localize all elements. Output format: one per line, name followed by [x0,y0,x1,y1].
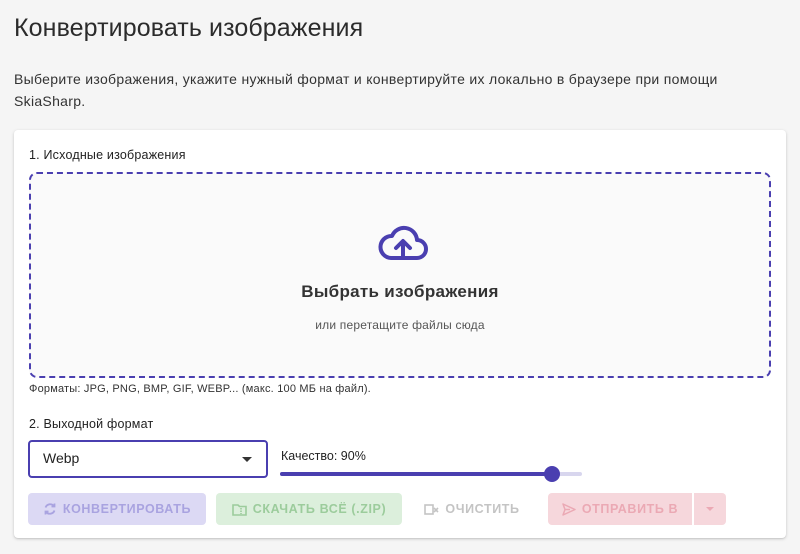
clear-button-label: ОЧИСТИТЬ [445,502,520,516]
clear-button[interactable]: ОЧИСТИТЬ [416,493,528,525]
download-all-button-label: СКАЧАТЬ ВСЁ (.ZIP) [252,502,387,516]
output-format-value: Webp [43,450,80,466]
output-section-label: 2. Выходной формат [29,417,154,431]
source-section-label: 1. Исходные изображения [29,148,186,162]
send-icon [562,502,576,516]
page-title: Конвертировать изображения [14,14,364,42]
image-dropzone[interactable]: Выбрать изображения или перетащите файлы… [29,172,771,378]
quality-slider[interactable] [280,466,582,482]
clear-icon [424,503,439,515]
formats-note: Форматы: JPG, PNG, BMP, GIF, WEBP... (ма… [29,383,371,395]
dropzone-title: Выбрать изображения [301,282,499,301]
folder-zip-icon [231,503,247,516]
download-all-button[interactable]: СКАЧАТЬ ВСЁ (.ZIP) [216,493,402,525]
dropzone-subtitle: или перетащите файлы сюда [315,318,485,332]
chevron-down-icon [706,507,714,511]
send-to-button[interactable]: ОТПРАВИТЬ В [548,493,692,525]
chevron-down-icon [242,457,252,462]
output-format-select[interactable]: Webp [28,440,268,478]
send-to-button-label: ОТПРАВИТЬ В [581,502,679,516]
convert-button-label: КОНВЕРТИРОВАТЬ [62,502,192,516]
cloud-upload-icon [378,225,428,260]
converter-card: 1. Исходные изображения Выбрать изображе… [14,130,786,538]
quality-slider-fill [280,472,552,476]
convert-button[interactable]: КОНВЕРТИРОВАТЬ [28,493,206,525]
send-to-dropdown-button[interactable] [694,493,726,525]
quality-label: Качество: 90% [281,449,366,463]
quality-slider-thumb[interactable] [543,466,560,482]
refresh-icon [44,503,56,515]
page-description: Выберите изображения, укажите нужный фор… [14,71,718,109]
